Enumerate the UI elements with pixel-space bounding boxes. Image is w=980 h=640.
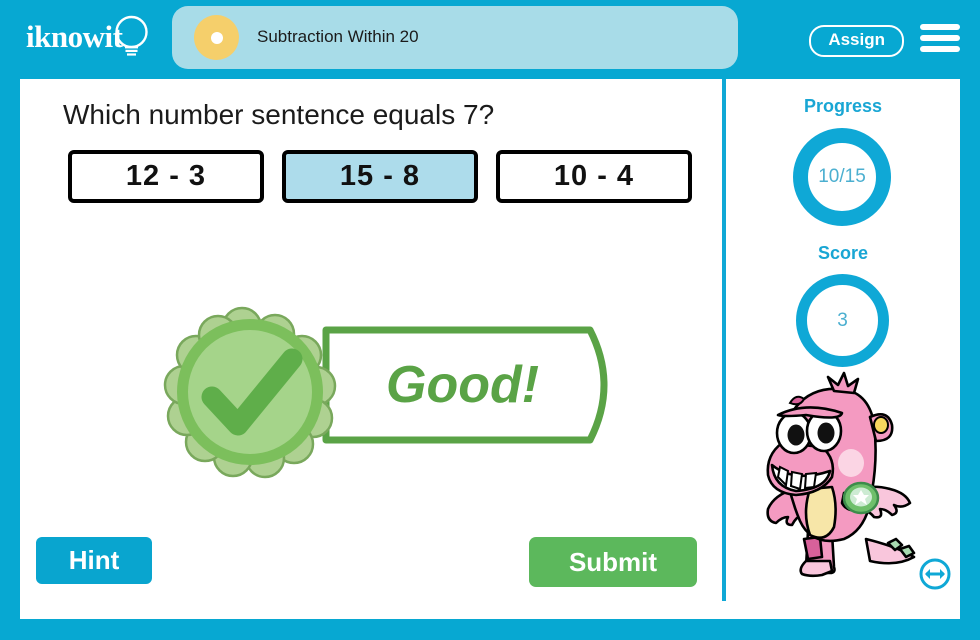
pink-monster-mascot [766, 371, 916, 578]
resize-horizontal-icon[interactable] [918, 557, 952, 591]
assign-button-label: Assign [828, 30, 885, 49]
submit-button-label: Submit [568, 546, 658, 577]
answer-choice-3[interactable]: 10 - 4 [496, 150, 692, 203]
iknowit-logo[interactable]: iknowit [26, 14, 166, 64]
answer-choice-1[interactable]: 12 - 3 [68, 150, 264, 203]
menu-bar-3 [920, 46, 960, 52]
menu-bar-1 [920, 24, 960, 30]
score-label: Score [817, 243, 869, 263]
score-value: 3 [837, 309, 848, 331]
hint-button-label: Hint [68, 545, 120, 575]
answer-choices: 12 - 3 15 - 8 10 - 4 [68, 150, 692, 203]
question-prompt: Which number sentence equals 7? [63, 99, 495, 130]
hamburger-menu-icon[interactable] [920, 24, 960, 52]
progress-label: Progress [803, 96, 883, 116]
score-ring: 3 [796, 274, 889, 367]
app-header: iknowit Subtraction Within 20 Assign [0, 0, 980, 75]
feedback-banner-group: Good! [150, 301, 640, 481]
answer-choice-2[interactable]: 15 - 8 [282, 150, 478, 203]
menu-bar-2 [920, 35, 960, 41]
logo-wordmark: iknowit [26, 19, 123, 54]
lightbulb-icon [115, 15, 148, 56]
progress-value: 10/15 [818, 166, 866, 187]
submit-button[interactable]: Submit [529, 537, 697, 587]
lesson-title-pill: Subtraction Within 20 [172, 6, 738, 69]
assign-button[interactable]: Assign [809, 25, 904, 57]
check-medal-icon [163, 306, 337, 479]
progress-ring: 10/15 [793, 128, 891, 226]
lesson-title: Subtraction Within 20 [257, 27, 419, 46]
hint-button[interactable]: Hint [36, 537, 152, 584]
lesson-status-dot-center [211, 32, 223, 44]
activity-stage: Which number sentence equals 7? 12 - 3 1… [20, 79, 960, 619]
iknowit-activity-window: iknowit Subtraction Within 20 Assign Whi… [0, 0, 980, 640]
progress-panel: Progress 10/15 Score 3 [726, 79, 960, 619]
lesson-status-dot [194, 15, 239, 60]
feedback-text: Good! [386, 356, 540, 414]
